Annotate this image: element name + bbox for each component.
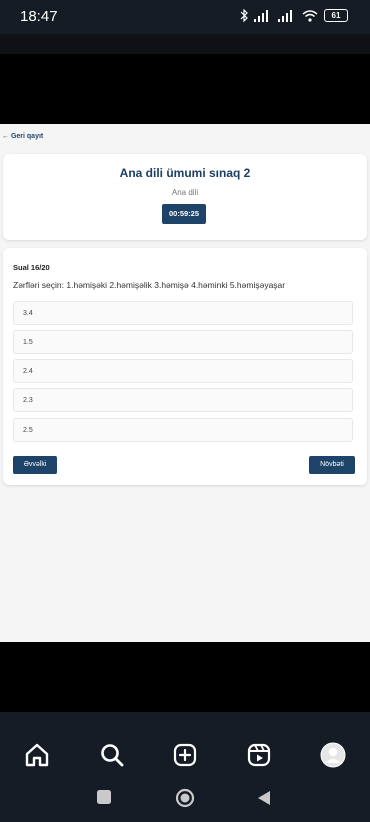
signal-icon-2 <box>278 9 292 22</box>
home-button-icon[interactable] <box>175 788 195 808</box>
answer-option[interactable]: 2.4 <box>13 359 353 383</box>
recent-apps-icon[interactable] <box>97 790 111 804</box>
bottom-navigation <box>0 712 370 822</box>
question-card: Sual 16/20 Zərfləri seçin: 1.həmişəki 2.… <box>3 248 367 485</box>
add-icon[interactable] <box>172 742 198 768</box>
quiz-header-card: Ana dili ümumi sınaq 2 Ana dili 00:59:25 <box>3 154 367 240</box>
answer-option[interactable]: 2.5 <box>13 418 353 442</box>
signal-icon <box>254 9 268 22</box>
question-number: Sual 16/20 <box>13 263 50 272</box>
status-time: 18:47 <box>20 8 58 25</box>
status-icons: 61 <box>240 9 348 22</box>
black-banner-bottom <box>0 642 370 712</box>
app-header-bar <box>0 34 370 54</box>
answer-option[interactable]: 2.3 <box>13 388 353 412</box>
next-button[interactable]: Növbəti <box>309 456 355 474</box>
black-banner-top <box>0 54 370 124</box>
battery-icon: 61 <box>324 9 348 22</box>
answer-option[interactable]: 3.4 <box>13 301 353 325</box>
quiz-subject: Ana dili <box>171 188 199 197</box>
profile-avatar[interactable] <box>320 742 346 768</box>
back-link[interactable]: ← Geri qayıt <box>2 133 43 140</box>
search-icon[interactable] <box>99 742 125 768</box>
answer-option[interactable]: 1.5 <box>13 330 353 354</box>
wifi-icon <box>302 9 318 22</box>
back-arrow-icon[interactable] <box>257 790 271 806</box>
status-bar: 18:47 61 <box>0 0 370 34</box>
webview-content: ← Geri qayıt Ana dili ümumi sınaq 2 Ana … <box>0 124 370 642</box>
home-icon[interactable] <box>24 742 50 768</box>
reels-icon[interactable] <box>246 742 272 768</box>
quiz-title: Ana dili ümumi sınaq 2 <box>119 166 251 180</box>
question-text: Zərfləri seçin: 1.həmişəki 2.həmişəlik 3… <box>13 280 286 290</box>
previous-button[interactable]: Əvvəlki <box>13 456 57 474</box>
bluetooth-icon <box>240 9 248 22</box>
timer-badge: 00:59:25 <box>162 204 206 224</box>
